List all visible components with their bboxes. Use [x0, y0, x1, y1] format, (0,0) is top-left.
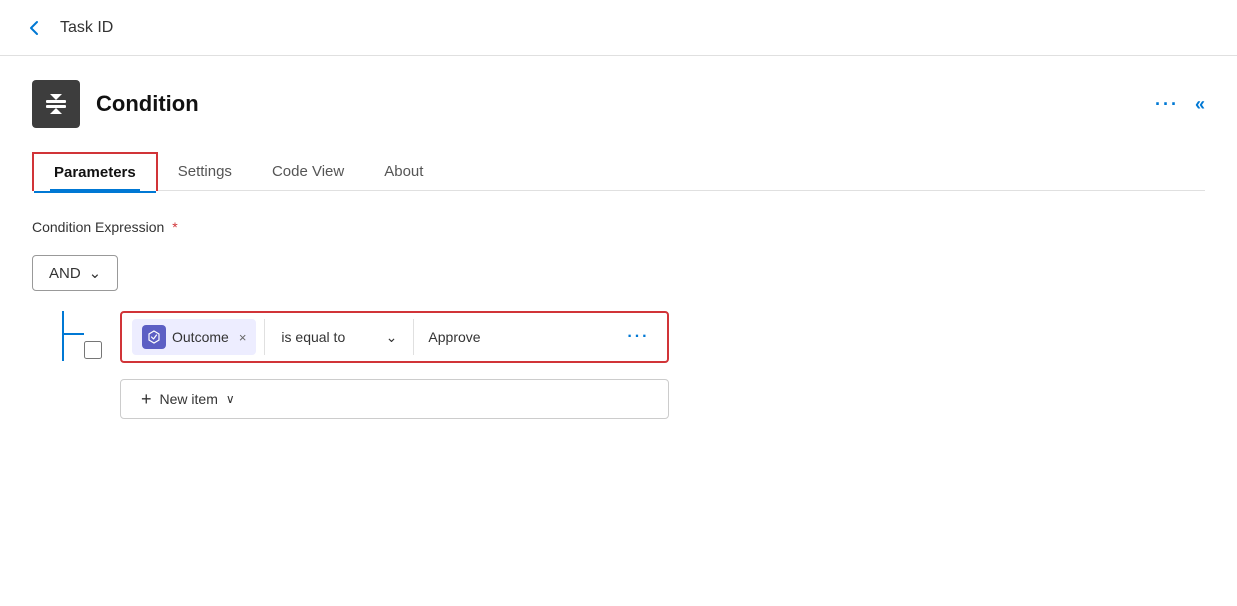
- condition-row-wrapper: Outcome × is equal to ⌄ ···: [120, 311, 669, 419]
- tabs-bar: Parameters Settings Code View About: [32, 152, 1205, 191]
- row-checkbox-col: [84, 325, 110, 364]
- row-checkbox[interactable]: [84, 341, 102, 359]
- component-actions: ··· «: [1155, 94, 1205, 115]
- header: Task ID: [0, 0, 1237, 56]
- component-ellipsis-button[interactable]: ···: [1155, 94, 1179, 115]
- operator-chevron-icon: ⌄: [386, 329, 398, 346]
- new-item-chevron-icon: ∨: [226, 392, 235, 406]
- main-content: Condition ··· « Parameters Settings Code…: [0, 56, 1237, 443]
- field-separator-2: [413, 319, 414, 355]
- collapse-button[interactable]: «: [1195, 94, 1205, 115]
- condition-area: Outcome × is equal to ⌄ ···: [32, 311, 1205, 419]
- and-dropdown-row: AND ⌄: [32, 255, 1205, 291]
- component-left: Condition: [32, 80, 199, 128]
- token-icon: [142, 325, 166, 349]
- token-close-button[interactable]: ×: [239, 331, 247, 344]
- header-title: Task ID: [60, 19, 113, 37]
- token-label: Outcome: [172, 329, 229, 345]
- horizontal-line-row: [32, 333, 84, 335]
- outcome-token: Outcome ×: [132, 319, 256, 355]
- component-title: Condition: [96, 91, 199, 117]
- component-header: Condition ··· «: [32, 80, 1205, 128]
- section-label: Condition Expression *: [32, 219, 1205, 235]
- field-separator-1: [264, 319, 265, 355]
- plus-icon: +: [141, 390, 152, 408]
- new-item-button[interactable]: + New item ∨: [120, 379, 669, 419]
- condition-icon: [32, 80, 80, 128]
- and-dropdown-button[interactable]: AND ⌄: [32, 255, 118, 291]
- tab-underline: [50, 189, 140, 191]
- tab-codeview[interactable]: Code View: [252, 153, 364, 190]
- tab-parameters[interactable]: Parameters: [32, 152, 158, 191]
- operator-dropdown-button[interactable]: is equal to ⌄: [269, 323, 409, 352]
- horizontal-line: [62, 333, 84, 335]
- chevron-down-icon: ⌄: [89, 264, 102, 282]
- back-button[interactable]: [24, 18, 44, 38]
- row-ellipsis-button[interactable]: ···: [619, 324, 657, 350]
- tab-about[interactable]: About: [364, 153, 443, 190]
- value-input[interactable]: [418, 323, 619, 351]
- vertical-line: [62, 311, 64, 361]
- tree-lines: [32, 311, 84, 335]
- tab-settings[interactable]: Settings: [158, 153, 252, 190]
- condition-row: Outcome × is equal to ⌄ ···: [120, 311, 669, 363]
- required-indicator: *: [172, 219, 177, 235]
